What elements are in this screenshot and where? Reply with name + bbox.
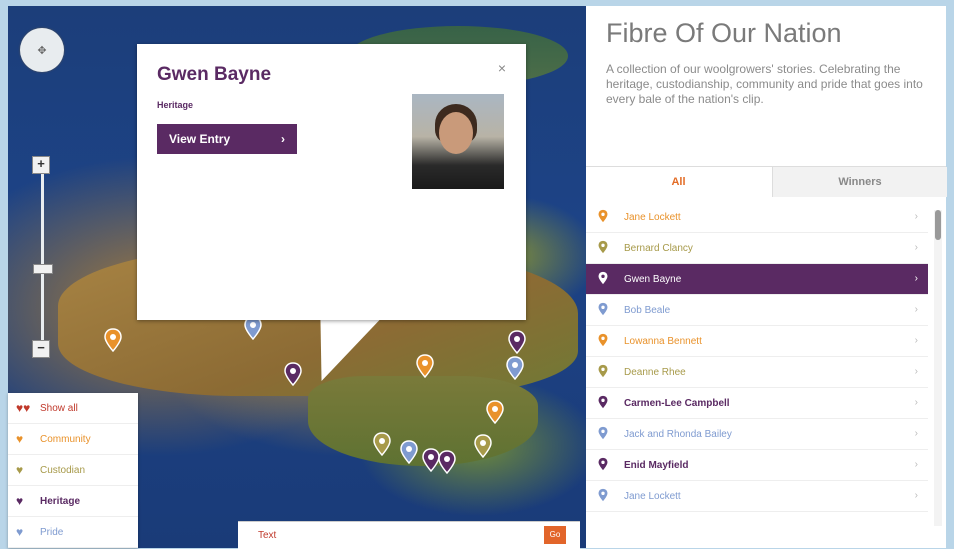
chevron-right-icon: › (914, 273, 918, 284)
map-pin-icon (598, 240, 612, 257)
map-pin-icon[interactable] (438, 450, 456, 474)
list-item[interactable]: Bernard Clancy › (586, 233, 928, 264)
map-pin-icon (598, 333, 612, 350)
map-pin-icon (598, 209, 612, 226)
chevron-right-icon: › (914, 428, 918, 439)
map-pin-icon (598, 457, 612, 474)
profile-photo (412, 94, 504, 189)
view-entry-button[interactable]: View Entry › (157, 124, 297, 154)
zoom-control: + − (32, 156, 53, 358)
tab-all[interactable]: All (586, 167, 771, 197)
tab-winners[interactable]: Winners (772, 167, 947, 197)
list-item[interactable]: Jane Lockett › (586, 481, 928, 512)
popup-name: Gwen Bayne (157, 64, 272, 85)
entry-name: Jack and Rhonda Bailey (624, 428, 732, 440)
entry-name: Jane Lockett (624, 490, 681, 502)
entry-name: Carmen-Lee Campbell (624, 397, 730, 409)
map-pin-icon[interactable] (416, 354, 434, 378)
legend-label: Custodian (40, 464, 86, 476)
legend-label: Community (40, 433, 91, 445)
map-pin-icon[interactable] (104, 328, 122, 352)
legend-label: Pride (40, 526, 64, 538)
photo-face (439, 112, 473, 154)
entry-popup: Gwen Bayne Heritage View Entry › × (137, 44, 526, 320)
entry-name: Bernard Clancy (624, 242, 693, 254)
map-pin-icon (598, 364, 612, 381)
pan-control[interactable]: ✥ (20, 28, 64, 72)
entry-name: Enid Mayfield (624, 459, 689, 471)
search-input[interactable]: Text (258, 530, 276, 541)
pan-arrows-icon: ✥ (37, 44, 47, 57)
tab-bar: All Winners (586, 166, 947, 197)
panel-description: A collection of our woolgrowers' stories… (606, 62, 923, 106)
list-item[interactable]: Deanne Rhee › (586, 357, 928, 388)
legend-label: Heritage (40, 495, 81, 507)
map-pin-icon[interactable] (506, 356, 524, 380)
map-pin-icon[interactable] (508, 330, 526, 354)
legend-item-heritage[interactable]: ♥ Heritage (8, 486, 138, 517)
entry-name: Bob Beale (624, 304, 671, 316)
legend-item-show-all[interactable]: ♥♥ Show all (8, 393, 138, 424)
chevron-right-icon: › (914, 366, 918, 377)
entry-name: Lowanna Bennett (624, 335, 702, 347)
zoom-slider-thumb[interactable] (33, 264, 53, 274)
list-scrollbar[interactable] (934, 210, 942, 526)
map-pin-icon: ♥ (16, 432, 24, 446)
panel-title: Fibre Of Our Nation (606, 18, 842, 48)
side-panel: Fibre Of Our Nation A collection of our … (586, 6, 947, 548)
map-pin-icon[interactable] (400, 440, 418, 464)
entry-name: Jane Lockett (624, 211, 681, 223)
legend-item-community[interactable]: ♥ Community (8, 424, 138, 455)
zoom-track[interactable] (41, 172, 44, 342)
search-bar: Text Go (238, 521, 580, 549)
scrollbar-thumb[interactable] (935, 210, 941, 240)
chevron-right-icon: › (281, 132, 285, 146)
chevron-right-icon: › (914, 490, 918, 501)
entry-name: Gwen Bayne (624, 273, 682, 285)
chevron-right-icon: › (914, 459, 918, 470)
list-item[interactable]: Carmen-Lee Campbell › (586, 388, 928, 419)
map-pin-icon[interactable] (373, 432, 391, 456)
legend-item-custodian[interactable]: ♥ Custodian (8, 455, 138, 486)
chevron-right-icon: › (914, 304, 918, 315)
list-item[interactable]: Enid Mayfield › (586, 450, 928, 481)
chevron-right-icon: › (914, 335, 918, 346)
list-item[interactable]: Jane Lockett › (586, 202, 928, 233)
chevron-right-icon: › (914, 242, 918, 253)
chevron-right-icon: › (914, 397, 918, 408)
list-item[interactable]: Gwen Bayne › (586, 264, 928, 295)
search-go-button[interactable]: Go (544, 526, 566, 544)
app-frame: ✥ + − Gwen Bayne Heritage View Entry › × (0, 0, 954, 549)
map-pin-icon[interactable] (474, 434, 492, 458)
entry-name: Deanne Rhee (624, 366, 686, 378)
chevron-right-icon: › (914, 211, 918, 222)
view-entry-label: View Entry (169, 132, 231, 146)
legend-item-pride[interactable]: ♥ Pride (8, 517, 138, 548)
zoom-out-button[interactable]: − (32, 340, 50, 358)
map-pin-icon: ♥ (16, 463, 24, 477)
multi-pin-icon: ♥♥ (16, 401, 31, 415)
close-icon[interactable]: × (498, 60, 506, 76)
map-pin-icon (598, 395, 612, 412)
map-pin-icon: ♥ (16, 494, 24, 508)
zoom-in-button[interactable]: + (32, 156, 50, 174)
legend-label: Show all (40, 402, 78, 414)
map-pin-icon[interactable] (486, 400, 504, 424)
map-pin-icon (598, 426, 612, 443)
entry-list: Jane Lockett › Bernard Clancy › Gwen Bayne › B… (586, 202, 928, 512)
list-item[interactable]: Bob Beale › (586, 295, 928, 326)
map-pin-icon (598, 488, 612, 505)
map-pin-icon (598, 302, 612, 319)
popup-category: Heritage (157, 100, 194, 110)
map-legend: ♥♥ Show all ♥ Community ♥ Custodian ♥ He… (8, 393, 138, 548)
map-pin-icon (598, 271, 612, 288)
map-pin-icon: ♥ (16, 525, 24, 539)
list-item[interactable]: Lowanna Bennett › (586, 326, 928, 357)
list-item[interactable]: Jack and Rhonda Bailey › (586, 419, 928, 450)
